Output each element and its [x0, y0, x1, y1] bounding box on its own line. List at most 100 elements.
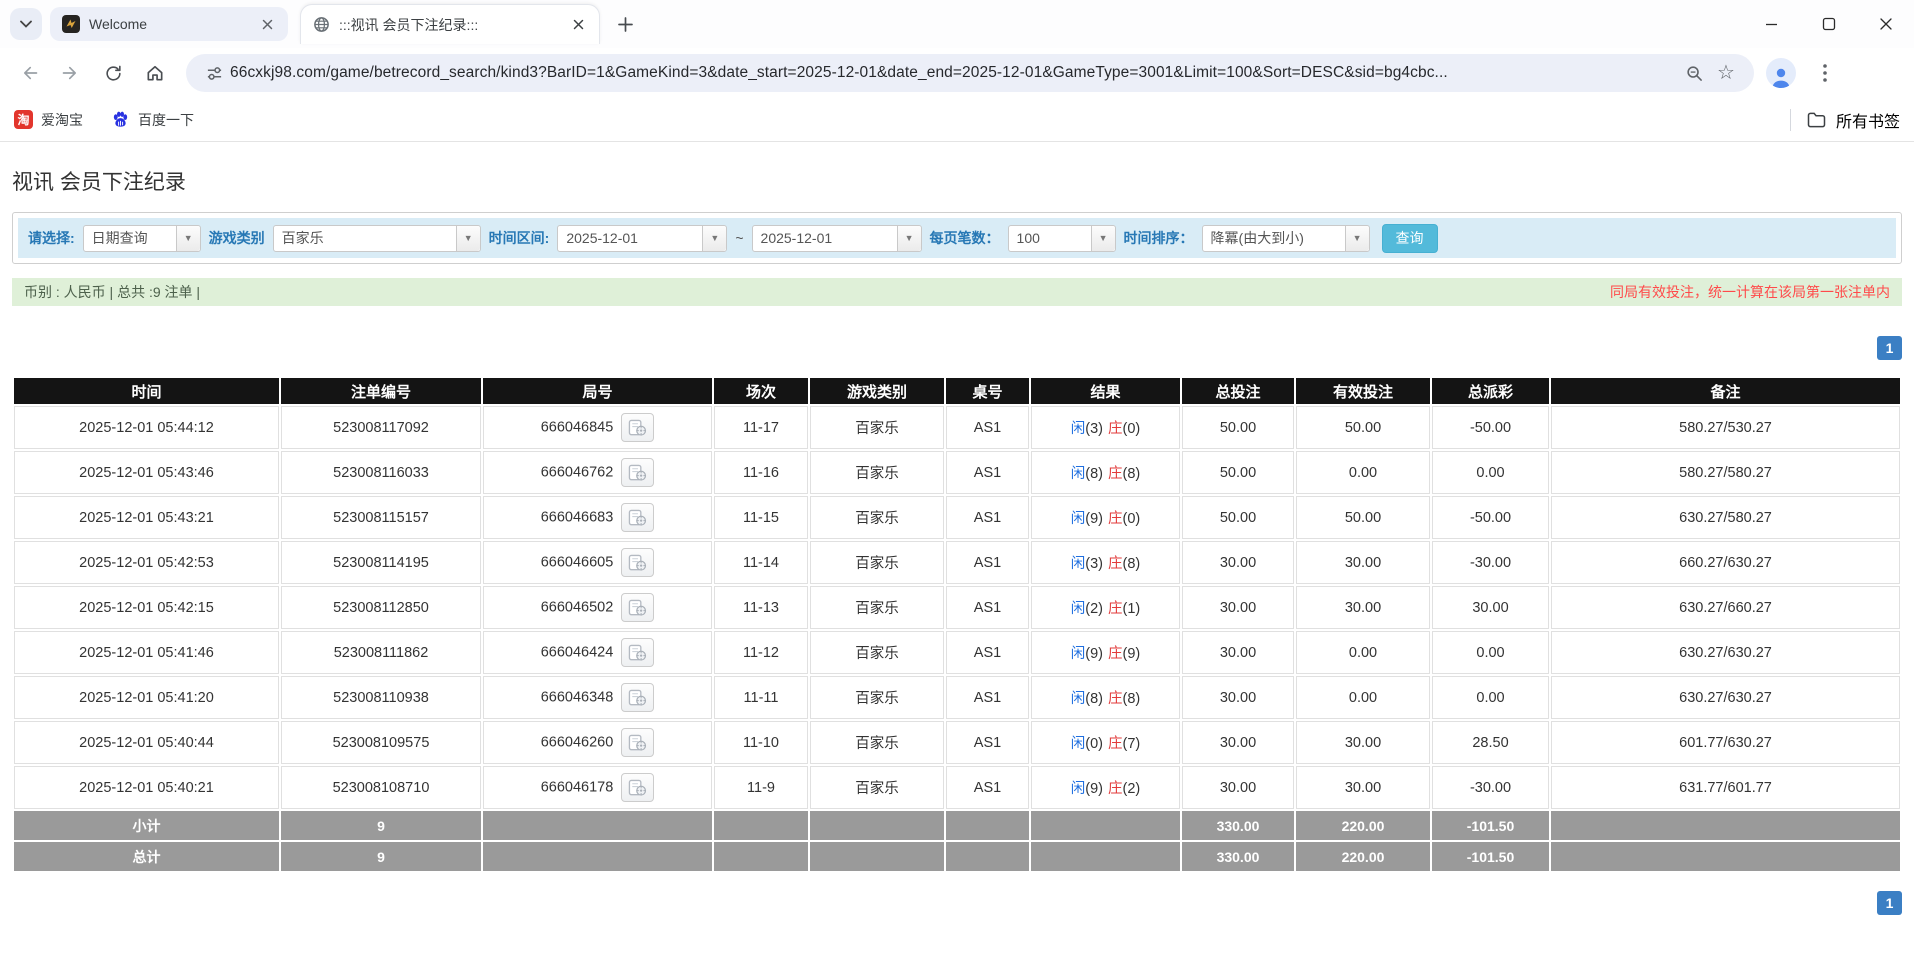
cell-note: 601.77/630.27: [1551, 721, 1900, 764]
date-start-select[interactable]: 2025-12-01 ▼: [557, 224, 728, 252]
globe-icon: [314, 17, 329, 32]
video-replay-button[interactable]: [621, 728, 655, 757]
header-result: 结果: [1031, 378, 1180, 404]
maximize-button[interactable]: [1800, 0, 1857, 48]
browser-menu-button[interactable]: [1806, 54, 1844, 92]
bookmark-star-icon[interactable]: ☆: [1710, 57, 1742, 89]
search-button[interactable]: 查询: [1381, 223, 1438, 253]
all-bookmarks[interactable]: 所有书签: [1789, 108, 1900, 132]
cell-total-bet[interactable]: 30.00: [1182, 631, 1294, 674]
pagination-bottom: 1: [12, 891, 1902, 915]
cell-valid-bet: 0.00: [1296, 676, 1430, 719]
forward-button[interactable]: [52, 54, 90, 92]
cell-total-bet[interactable]: 30.00: [1182, 766, 1294, 809]
cell-total-bet[interactable]: 30.00: [1182, 586, 1294, 629]
video-replay-button[interactable]: [621, 683, 655, 712]
player-score: (8): [1085, 691, 1103, 707]
page-1-button[interactable]: 1: [1877, 336, 1902, 360]
cell-total-bet[interactable]: 50.00: [1182, 496, 1294, 539]
cell-valid-bet: 30.00: [1296, 721, 1430, 764]
cell-total-bet[interactable]: 30.00: [1182, 721, 1294, 764]
forward-arrow-icon: [62, 66, 76, 80]
video-replay-button[interactable]: [621, 458, 655, 487]
cell-round: 666046502: [483, 586, 712, 629]
cell-note: 580.27/580.27: [1551, 451, 1900, 494]
video-replay-icon: [629, 554, 647, 571]
game-category-value: 百家乐: [281, 230, 324, 246]
plus-icon: [617, 16, 633, 32]
cell-table: AS1: [946, 766, 1029, 809]
cell-session: 11-9: [714, 766, 808, 809]
bookmark-baidu[interactable]: 百度一下: [111, 110, 194, 130]
back-arrow-icon: [24, 66, 38, 80]
sort-value: 降冪(由大到小): [1210, 230, 1304, 246]
table-row: 2025-12-01 05:44:12 523008117092 666046845…: [14, 406, 1900, 449]
header-payout: 总派彩: [1432, 378, 1549, 404]
cell-bet-id: 523008112850: [281, 586, 481, 629]
tab-search-button[interactable]: [10, 8, 42, 40]
cell-total-bet[interactable]: 50.00: [1182, 406, 1294, 449]
query-type-select[interactable]: 日期查询 ▼: [82, 224, 201, 252]
tab-close-icon[interactable]: [569, 16, 587, 34]
cell-result: 闲(3) 庄(8): [1031, 541, 1180, 584]
zoom-button[interactable]: [1678, 57, 1710, 89]
empty-cell: [1031, 811, 1180, 840]
page-content: 视讯 会员下注纪录 请选择: 日期查询 ▼ 游戏类别 百家乐 ▼ 时间区间: 2…: [0, 142, 1914, 915]
filter-bar: 请选择: 日期查询 ▼ 游戏类别 百家乐 ▼ 时间区间: 2025-12-01 …: [18, 218, 1896, 258]
currency-summary: 币别 : 人民币 | 总共 :9 注单 |: [24, 284, 201, 300]
video-replay-button[interactable]: [621, 638, 655, 667]
cell-round: 666046683: [483, 496, 712, 539]
video-replay-button[interactable]: [621, 593, 655, 622]
sort-select[interactable]: 降冪(由大到小) ▼: [1201, 224, 1370, 252]
date-end-select[interactable]: 2025-12-01 ▼: [751, 224, 922, 252]
home-button[interactable]: [136, 54, 174, 92]
cell-table: AS1: [946, 586, 1029, 629]
video-replay-button[interactable]: [621, 413, 655, 442]
cell-total-bet[interactable]: 50.00: [1182, 451, 1294, 494]
header-session: 场次: [714, 378, 808, 404]
page-1-button[interactable]: 1: [1877, 891, 1902, 915]
minimize-icon: [1766, 23, 1777, 25]
site-info-button[interactable]: [198, 57, 230, 89]
navigation-toolbar: 66cxkj98.com/game/betrecord_search/kind3…: [0, 48, 1914, 98]
video-replay-button[interactable]: [621, 548, 655, 577]
address-bar[interactable]: 66cxkj98.com/game/betrecord_search/kind3…: [186, 54, 1754, 92]
profile-avatar[interactable]: [1766, 58, 1796, 88]
bookmark-taobao[interactable]: 淘 爱淘宝: [14, 110, 83, 130]
video-replay-icon: [629, 464, 647, 481]
back-button[interactable]: [10, 54, 48, 92]
video-replay-icon: [629, 599, 647, 616]
cell-result: 闲(2) 庄(1): [1031, 586, 1180, 629]
cell-result: 闲(0) 庄(7): [1031, 721, 1180, 764]
per-page-select[interactable]: 100 ▼: [1007, 224, 1116, 252]
player-result: 闲: [1070, 646, 1086, 662]
reload-button[interactable]: [94, 54, 132, 92]
tab-close-icon[interactable]: [258, 15, 276, 33]
round-number: 666046605: [540, 554, 614, 571]
tab-welcome[interactable]: Welcome: [50, 7, 288, 41]
banker-result: 庄: [1108, 421, 1123, 437]
empty-cell: [483, 811, 712, 840]
cell-table: AS1: [946, 541, 1029, 584]
video-replay-button[interactable]: [621, 773, 655, 802]
game-category-select[interactable]: 百家乐 ▼: [272, 224, 481, 252]
tab-betrecord[interactable]: :::视讯 会员下注纪录:::: [300, 4, 600, 44]
video-replay-button[interactable]: [621, 503, 655, 532]
banker-result: 庄: [1108, 646, 1123, 662]
cell-session: 11-11: [714, 676, 808, 719]
cell-total-bet[interactable]: 30.00: [1182, 676, 1294, 719]
cell-round: 666046605: [483, 541, 712, 584]
banker-result: 庄: [1108, 556, 1123, 572]
subtotal-payout: -101.50: [1432, 811, 1549, 840]
video-replay-icon: [629, 779, 647, 796]
filter-panel: 请选择: 日期查询 ▼ 游戏类别 百家乐 ▼ 时间区间: 2025-12-01 …: [12, 212, 1902, 264]
new-tab-button[interactable]: [610, 9, 640, 39]
banker-score: (9): [1122, 646, 1141, 662]
url-text[interactable]: 66cxkj98.com/game/betrecord_search/kind3…: [230, 64, 1678, 82]
cell-total-bet[interactable]: 30.00: [1182, 541, 1294, 584]
subtotal-count: 9: [281, 811, 481, 840]
close-icon: [1879, 18, 1892, 30]
close-window-button[interactable]: [1857, 0, 1914, 48]
minimize-button[interactable]: [1743, 0, 1800, 48]
bookmarks-bar: 淘 爱淘宝 百度一下 所有书签: [0, 98, 1914, 142]
